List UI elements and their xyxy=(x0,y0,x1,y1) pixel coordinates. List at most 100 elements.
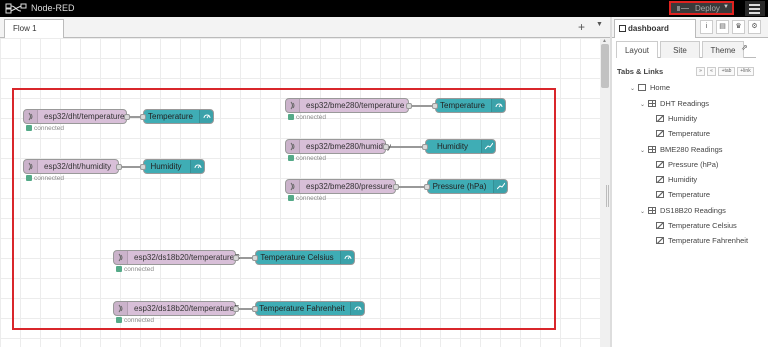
ui-chart-node-bme-humidity[interactable]: Humidity xyxy=(422,139,496,154)
widget-icon xyxy=(656,130,664,137)
tree-label: Temperature xyxy=(668,190,711,199)
tree-widget[interactable]: Temperature Fahrenheit xyxy=(656,236,748,245)
tree-label: Home xyxy=(650,83,671,92)
info-icon[interactable]: i xyxy=(700,20,713,34)
chart-icon xyxy=(493,180,507,193)
dashboard-subtabs: Layout Site Theme xyxy=(616,41,756,58)
gauge-icon xyxy=(190,160,204,173)
book-icon[interactable]: ▤ xyxy=(716,20,729,34)
node-label: Temperature xyxy=(440,101,485,110)
expand-all-button[interactable]: » xyxy=(696,67,705,76)
output-port[interactable] xyxy=(233,255,239,261)
gear-icon[interactable]: ⚙ xyxy=(748,20,761,34)
chevron-down-icon[interactable]: ⌄ xyxy=(640,101,648,108)
node-label: esp32/dht/humidity xyxy=(44,162,112,171)
chevron-down-icon[interactable]: ⌄ xyxy=(630,85,638,92)
widget-icon xyxy=(656,191,664,198)
gauge-icon xyxy=(199,110,213,123)
output-port[interactable] xyxy=(124,114,130,120)
ui-gauge-node-ds18b20-fahrenheit[interactable]: Temperature Fahrenheit xyxy=(252,301,365,316)
ui-gauge-node-dht-humidity[interactable]: Humidity xyxy=(140,159,205,174)
node-label: Humidity xyxy=(150,162,182,171)
widget-icon xyxy=(656,161,664,168)
ui-gauge-node-bme-temperature[interactable]: Temperature xyxy=(432,98,506,113)
tree-label: DHT Readings xyxy=(660,99,710,108)
mqtt-in-node-bme-humidity[interactable]: esp32/bme280/humidity xyxy=(285,139,391,154)
mqtt-in-node-bme-temperature[interactable]: esp32/bme280/temperature xyxy=(285,98,412,113)
mqtt-icon xyxy=(286,99,300,112)
output-port[interactable] xyxy=(393,184,399,190)
output-port[interactable] xyxy=(116,164,122,170)
home-icon xyxy=(638,84,646,91)
node-status: connected xyxy=(116,317,154,324)
tree-widget[interactable]: Pressure (hPa) xyxy=(656,160,718,169)
external-link-icon[interactable]: ⇗ xyxy=(741,43,748,52)
node-label: Pressure (hPa) xyxy=(432,182,487,191)
output-port[interactable] xyxy=(383,144,389,150)
output-port[interactable] xyxy=(233,306,239,312)
app-title: Node-RED xyxy=(31,3,75,13)
tree-label: BME280 Readings xyxy=(660,145,723,154)
tabs-links-heading: Tabs & Links xyxy=(617,67,664,76)
tree-label: Humidity xyxy=(668,175,698,184)
tree-tab-home[interactable]: ⌄ Home xyxy=(630,83,670,92)
node-red-logo-icon xyxy=(5,3,27,14)
mqtt-in-node-ds18b20-celsius[interactable]: esp32/ds18b20/temperatureC xyxy=(113,250,240,265)
add-flow-icon[interactable]: + xyxy=(578,20,585,34)
chart-icon xyxy=(481,140,495,153)
tree-group-ds18b20[interactable]: ⌄ DS18B20 Readings xyxy=(640,206,726,215)
tree-widget[interactable]: Temperature Celsius xyxy=(656,221,737,230)
node-status: connected xyxy=(26,125,64,132)
tree-widget[interactable]: Humidity xyxy=(656,175,697,184)
node-status: connected xyxy=(288,155,326,162)
mqtt-icon xyxy=(286,140,300,153)
ui-gauge-node-ds18b20-celsius[interactable]: Temperature Celsius xyxy=(252,250,355,265)
tree-widget[interactable]: Temperature xyxy=(656,190,710,199)
mqtt-in-node-dht-temperature[interactable]: esp32/dht/temperature xyxy=(23,109,130,124)
tree-group-dht[interactable]: ⌄ DHT Readings xyxy=(640,99,709,108)
chevron-down-icon[interactable]: ⌄ xyxy=(640,147,648,154)
mqtt-in-node-bme-pressure[interactable]: esp32/bme280/pressure xyxy=(285,179,399,194)
node-label: Humidity xyxy=(436,142,469,151)
deploy-button[interactable]: Deploy ▼ xyxy=(669,1,734,15)
highlight-frame xyxy=(12,88,556,330)
group-icon xyxy=(648,100,656,107)
node-label: esp32/bme280/temperature xyxy=(306,101,405,110)
tab-flow-1[interactable]: Flow 1 xyxy=(4,19,64,38)
tab-site[interactable]: Site xyxy=(660,41,700,58)
mqtt-icon xyxy=(114,251,128,264)
node-status: connected xyxy=(116,266,154,273)
ui-chart-node-bme-pressure[interactable]: Pressure (hPa) xyxy=(424,179,508,194)
bug-icon[interactable]: ♛ xyxy=(732,20,745,34)
flow-canvas[interactable]: esp32/dht/temperature connected Temperat… xyxy=(0,38,600,347)
node-label: esp32/bme280/pressure xyxy=(306,182,393,191)
chevron-down-icon[interactable]: ⌄ xyxy=(640,208,648,215)
gauge-icon xyxy=(350,302,364,315)
hamburger-icon[interactable] xyxy=(745,1,765,16)
deploy-caret-icon[interactable]: ▼ xyxy=(723,4,729,10)
add-tab-button[interactable]: +tab xyxy=(718,67,735,76)
tree-widget[interactable]: Temperature xyxy=(656,129,710,138)
gauge-icon xyxy=(340,251,354,264)
widget-icon xyxy=(656,237,664,244)
scrollbar-thumb[interactable] xyxy=(601,44,609,88)
mqtt-icon xyxy=(24,110,38,123)
sidebar-resize-handle[interactable] xyxy=(606,185,609,207)
flow-list-chevron-icon[interactable]: ▼ xyxy=(596,21,603,28)
tab-dashboard[interactable]: dashboard xyxy=(614,19,696,38)
mqtt-in-node-ds18b20-fahrenheit[interactable]: esp32/ds18b20/temperatureF xyxy=(113,301,239,316)
tab-layout[interactable]: Layout xyxy=(616,41,658,58)
ui-gauge-node-dht-temperature[interactable]: Temperature xyxy=(140,109,214,124)
tree-label: Humidity xyxy=(668,114,698,123)
gauge-icon xyxy=(491,99,505,112)
mqtt-icon xyxy=(114,302,128,315)
collapse-all-button[interactable]: « xyxy=(707,67,716,76)
tree-label: Temperature Fahrenheit xyxy=(668,236,749,245)
tree-label: Temperature Celsius xyxy=(668,221,737,230)
mqtt-in-node-dht-humidity[interactable]: esp32/dht/humidity xyxy=(23,159,122,174)
tab-theme[interactable]: Theme xyxy=(702,41,744,58)
add-link-button[interactable]: +link xyxy=(737,67,754,76)
tree-widget[interactable]: Humidity xyxy=(656,114,697,123)
output-port[interactable] xyxy=(406,103,412,109)
tree-group-bme280[interactable]: ⌄ BME280 Readings xyxy=(640,145,723,154)
